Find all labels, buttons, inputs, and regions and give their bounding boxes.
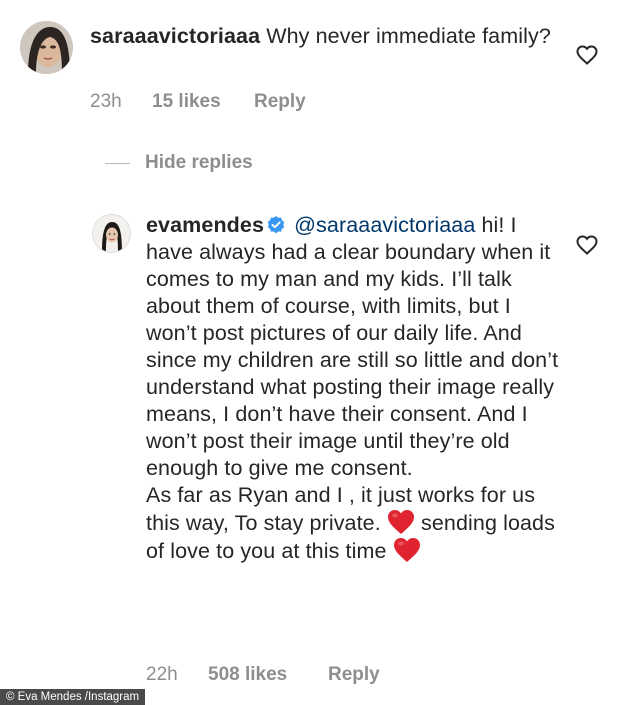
comment-meta: 23h 15 likes Reply	[90, 91, 306, 113]
avatar-photo	[93, 215, 130, 252]
comment-username[interactable]: saraaavictoriaaa	[90, 24, 260, 48]
like-heart-icon[interactable]	[575, 233, 599, 257]
mention-link[interactable]: @saraaavictoriaaa	[294, 213, 475, 237]
avatar-evamendes[interactable]	[92, 214, 131, 253]
hide-replies-button[interactable]: Hide replies	[145, 152, 253, 174]
red-heart-emoji	[387, 510, 414, 534]
hide-replies-line	[105, 163, 130, 164]
comment-paragraph-1: evamendes @saraaavictoriaaa hi! I have a…	[146, 212, 566, 482]
reply-button[interactable]: Reply	[254, 91, 306, 113]
comment-likes[interactable]: 15 likes	[152, 91, 254, 113]
avatar-photo	[20, 21, 73, 74]
red-heart-emoji	[393, 538, 420, 562]
comment-meta: 22h 508 likes Reply	[146, 664, 380, 686]
comment-text: evamendes @saraaavictoriaaa hi! I have a…	[146, 212, 566, 565]
verified-badge-icon	[267, 216, 285, 234]
like-heart-icon[interactable]	[575, 43, 599, 67]
photo-credit: © Eva Mendes /Instagram	[0, 689, 146, 705]
comment-body: Why never immediate family?	[266, 24, 551, 48]
comment-paragraph-2: As far as Ryan and I , it just works for…	[146, 482, 566, 565]
comment-likes[interactable]: 508 likes	[208, 664, 328, 686]
comment-time: 23h	[90, 91, 122, 112]
comment-text: saraaavictoriaaa Why never immediate fam…	[90, 23, 570, 50]
reply-button[interactable]: Reply	[328, 664, 380, 686]
comment-time: 22h	[146, 664, 178, 685]
comment-username[interactable]: evamendes	[146, 213, 264, 237]
avatar-saraaavictoriaaa[interactable]	[20, 21, 73, 74]
comment-body-1: hi! I have always had a clear boundary w…	[146, 213, 559, 480]
